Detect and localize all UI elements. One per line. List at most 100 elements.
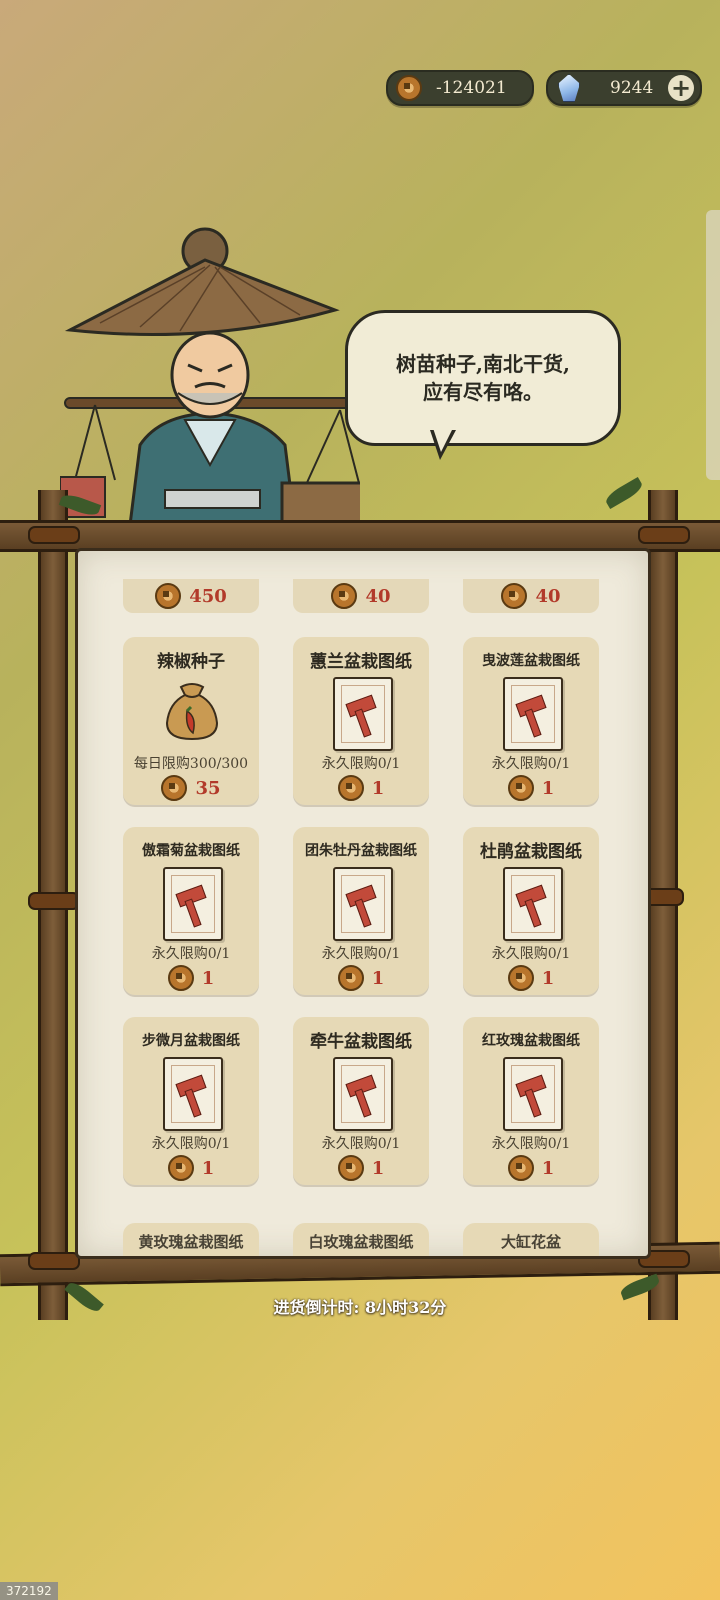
blueprint-hammer-icon: [163, 1057, 223, 1131]
coin-icon: [167, 1155, 194, 1181]
blueprint-hammer-icon: [503, 1057, 563, 1131]
bubble-tail-fill: [433, 428, 453, 452]
shop-frame: 450 40 40 辣椒种子 每日限购300/300 35 蕙兰盆栽图纸 永久限…: [0, 476, 720, 1330]
item-purchase-limit: 永久限购0/1: [321, 756, 401, 772]
coin-icon: [507, 1155, 534, 1181]
item-purchase-limit: 永久限购0/1: [321, 946, 401, 962]
item-name: 大缸花盆: [500, 1233, 561, 1251]
blueprint-hammer-icon: [333, 867, 393, 941]
coin-icon: [501, 583, 528, 609]
coin-icon: [507, 965, 534, 991]
coin-balance-value: -124021: [436, 78, 507, 98]
shop-item-card[interactable]: 曳波莲盆栽图纸 永久限购0/1 1: [463, 637, 599, 805]
item-name: 曳波莲盆栽图纸: [482, 653, 580, 669]
item-price: 1: [123, 1155, 259, 1181]
coin-icon: [155, 583, 182, 609]
item-price-value: 1: [201, 1157, 215, 1179]
item-price: 1: [293, 965, 429, 991]
item-name: 辣椒种子: [157, 652, 225, 672]
rope-binding: [28, 1252, 80, 1270]
coin-icon: [507, 775, 534, 801]
item-price-value: 35: [195, 777, 221, 799]
blueprint-hammer-icon: [503, 867, 563, 941]
shop-item-card[interactable]: 牵牛盆栽图纸 永久限购0/1 1: [293, 1017, 429, 1185]
item-purchase-limit: 永久限购0/1: [491, 1136, 571, 1152]
shop-item-card[interactable]: 傲霜菊盆栽图纸 永久限购0/1 1: [123, 827, 259, 995]
coin-icon: [396, 75, 422, 101]
item-name: 红玫瑰盆栽图纸: [482, 1033, 580, 1049]
coin-icon: [337, 965, 364, 991]
leaf-decoration: [603, 476, 645, 510]
item-price-value: 1: [201, 967, 215, 989]
seed-sack-icon: [165, 683, 219, 741]
item-purchase-limit: 永久限购0/1: [491, 946, 571, 962]
shop-item-card[interactable]: 杜鹃盆栽图纸 永久限购0/1 1: [463, 827, 599, 995]
item-name: 团朱牡丹盆栽图纸: [305, 843, 417, 859]
speech-line-1: 树苗种子,南北干货,: [396, 352, 570, 376]
item-name: 黄玫瑰盆栽图纸: [138, 1233, 244, 1251]
speech-line-2: 应有尽有咯。: [423, 380, 543, 404]
item-price-value: 1: [541, 777, 555, 799]
item-price: 1: [463, 965, 599, 991]
merchant-illustration: [60, 227, 360, 525]
shop-item-list[interactable]: 450 40 40 辣椒种子 每日限购300/300 35 蕙兰盆栽图纸 永久限…: [75, 548, 651, 1259]
price-value: 40: [535, 585, 561, 607]
coin-icon: [337, 1155, 364, 1181]
rope-binding: [638, 526, 690, 544]
item-name: 蕙兰盆栽图纸: [310, 652, 412, 672]
coin-balance: -124021: [386, 70, 534, 106]
item-price-value: 1: [541, 1157, 555, 1179]
blueprint-hammer-icon: [503, 677, 563, 751]
item-price-value: 1: [371, 1157, 385, 1179]
item-price: 1: [463, 775, 599, 801]
item-name: 白玫瑰盆栽图纸: [308, 1233, 414, 1251]
rope-binding: [28, 892, 80, 910]
item-purchase-limit: 永久限购0/1: [151, 946, 231, 962]
shop-item-card[interactable]: 红玫瑰盆栽图纸 永久限购0/1 1: [463, 1017, 599, 1185]
item-purchase-limit: 永久限购0/1: [151, 1136, 231, 1152]
price-value: 40: [365, 585, 391, 607]
price-strip: 450: [123, 579, 259, 613]
price-strip: 40: [463, 579, 599, 613]
shop-item-card[interactable]: 蕙兰盆栽图纸 永久限购0/1 1: [293, 637, 429, 805]
add-gems-button[interactable]: +: [668, 75, 694, 101]
item-price: 1: [293, 1155, 429, 1181]
item-price-value: 1: [371, 777, 385, 799]
item-purchase-limit: 永久限购0/1: [491, 756, 571, 772]
shop-item-card-partial[interactable]: 黄玫瑰盆栽图纸: [123, 1223, 259, 1256]
blueprint-hammer-icon: [333, 1057, 393, 1131]
item-purchase-limit: 永久限购0/1: [321, 1136, 401, 1152]
blueprint-hammer-icon: [163, 867, 223, 941]
item-name: 杜鹃盆栽图纸: [480, 842, 582, 862]
gem-balance: 9244 +: [546, 70, 702, 106]
shop-item-card-partial[interactable]: 大缸花盆: [463, 1223, 599, 1256]
shop-item-card[interactable]: 辣椒种子 每日限购300/300 35: [123, 637, 259, 805]
shop-item-card-partial[interactable]: 白玫瑰盆栽图纸: [293, 1223, 429, 1256]
item-price: 1: [123, 965, 259, 991]
build-stamp: 372192: [0, 1582, 58, 1600]
item-price: 1: [293, 775, 429, 801]
price-value: 450: [189, 585, 227, 607]
merchant-speech-bubble: 树苗种子,南北干货, 应有尽有咯。: [345, 310, 621, 446]
item-name: 牵牛盆栽图纸: [310, 1032, 412, 1052]
item-price-value: 1: [541, 967, 555, 989]
coin-icon: [331, 583, 358, 609]
shop-item-card[interactable]: 步微月盆栽图纸 永久限购0/1 1: [123, 1017, 259, 1185]
coin-icon: [167, 965, 194, 991]
item-price-value: 1: [371, 967, 385, 989]
coin-icon: [337, 775, 364, 801]
item-price: 35: [123, 775, 259, 801]
restock-countdown: 进货倒计时: 8小时32分: [273, 1298, 447, 1317]
rope-binding: [28, 526, 80, 544]
price-strip: 40: [293, 579, 429, 613]
gem-icon: [558, 74, 580, 102]
item-price: 1: [463, 1155, 599, 1181]
blueprint-hammer-icon: [333, 677, 393, 751]
side-drawer-handle[interactable]: [706, 210, 720, 480]
shop-item-card[interactable]: 团朱牡丹盆栽图纸 永久限购0/1 1: [293, 827, 429, 995]
gem-balance-value: 9244: [610, 78, 654, 98]
item-name: 傲霜菊盆栽图纸: [142, 843, 240, 859]
item-name: 步微月盆栽图纸: [142, 1033, 240, 1049]
coin-icon: [161, 775, 188, 801]
item-purchase-limit: 每日限购300/300: [133, 756, 249, 772]
